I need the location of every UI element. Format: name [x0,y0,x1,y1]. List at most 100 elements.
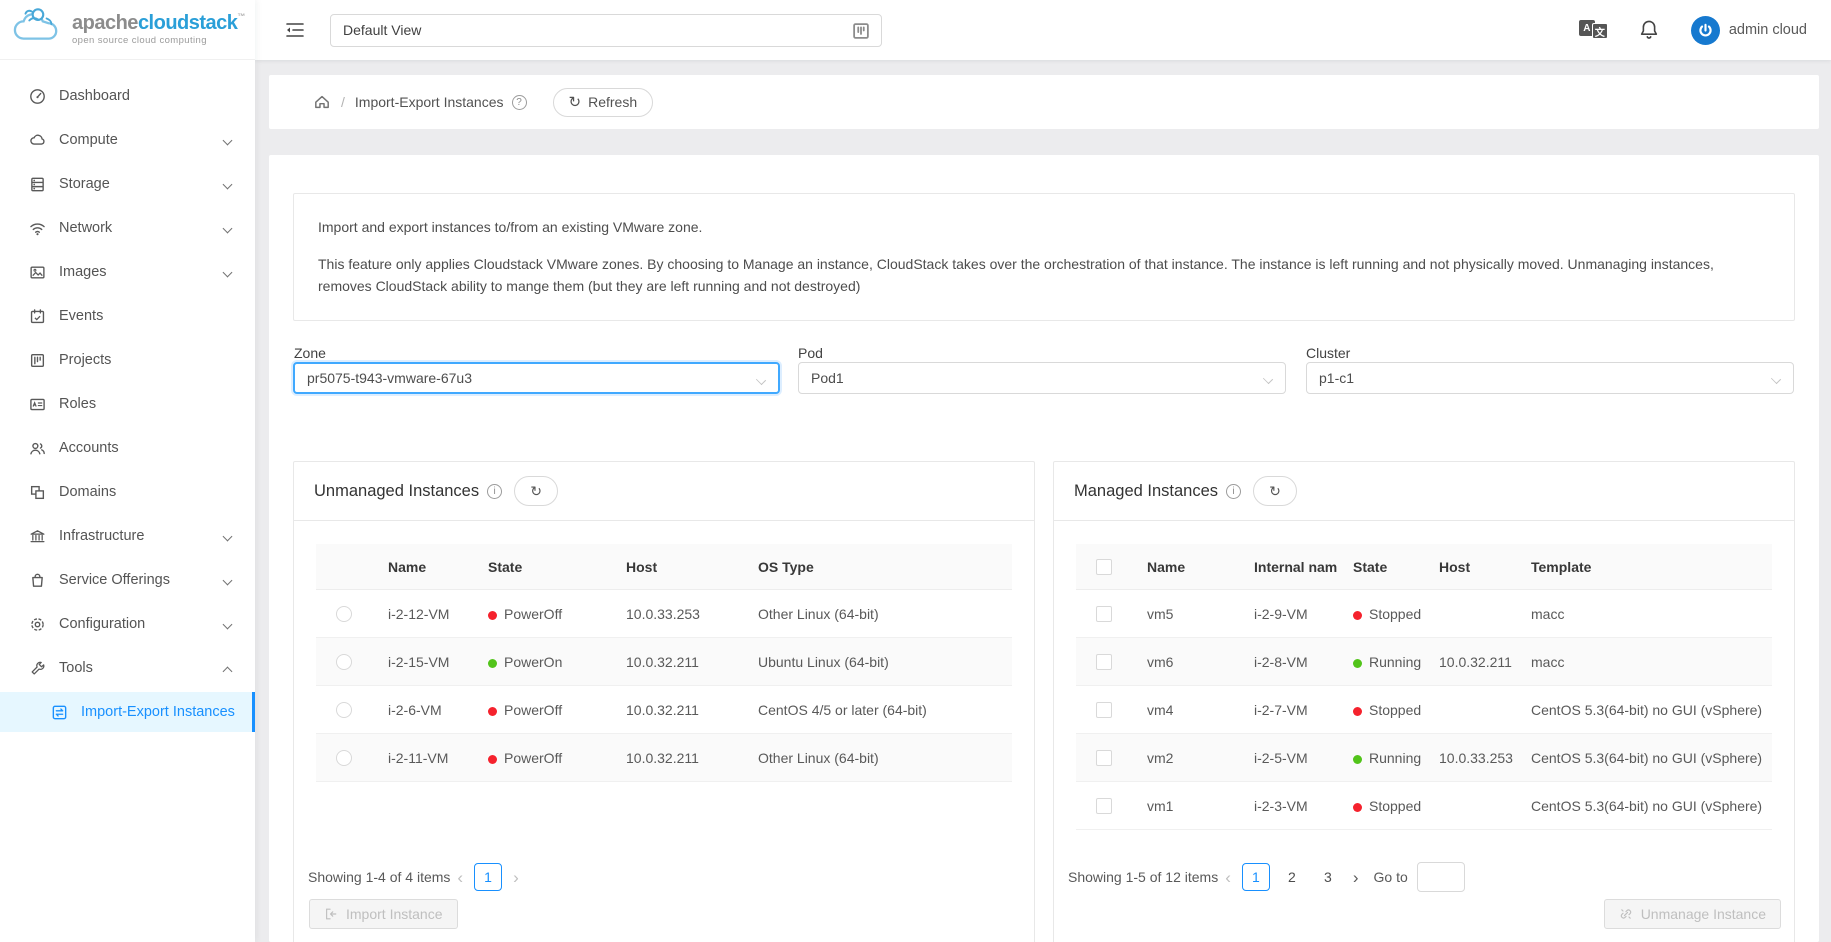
sidebar-item-domains[interactable]: Domains [0,472,255,512]
default-view-select[interactable]: Default View [330,14,882,47]
sidebar-item-accounts[interactable]: Accounts [0,428,255,468]
help-icon[interactable]: ? [512,95,527,110]
user-avatar[interactable] [1691,16,1720,45]
table-row[interactable]: vm4 i-2-7-VM Stopped CentOS 5.3(64-bit) … [1076,686,1772,734]
page-3-button[interactable]: 3 [1314,863,1342,891]
cluster-select[interactable]: p1-c1 [1306,362,1794,394]
next-page-icon[interactable]: › [1353,869,1359,886]
sidebar-item-images[interactable]: Images [0,252,255,292]
menu-fold-icon[interactable] [285,21,305,39]
state-dot [1353,611,1362,620]
row-checkbox[interactable] [1096,606,1112,622]
sidebar-item-configuration[interactable]: Configuration [0,604,255,644]
managed-refresh-button[interactable]: ↻ [1253,476,1297,506]
table-row[interactable]: i-2-11-VM PowerOff 10.0.32.211 Other Lin… [316,734,1012,782]
dashboard-icon [29,88,46,105]
cloudmonkey-logo [8,6,66,54]
managed-showing-text: Showing 1-5 of 12 items [1068,869,1218,885]
sidebar-item-tools[interactable]: Tools [0,648,255,688]
wrench-icon [29,660,46,677]
row-radio[interactable] [336,654,352,670]
sidebar-item-network[interactable]: Network [0,208,255,248]
import-instance-button[interactable]: Import Instance [309,899,458,929]
row-checkbox[interactable] [1096,798,1112,814]
chevron-down-icon [1771,374,1781,384]
goto-label: Go to [1374,869,1408,885]
reload-icon: ↻ [569,95,582,110]
picture-icon [29,264,46,281]
pod-select[interactable]: Pod1 [798,362,1286,394]
description-line-1: Import and export instances to/from an e… [318,216,1770,238]
sidebar: apachecloudstack™ open source cloud comp… [0,0,255,942]
wifi-icon [29,220,46,237]
user-name[interactable]: admin cloud [1729,22,1807,38]
managed-instances-panel: Managed Instances i ↻ Name Internal name… [1053,461,1795,942]
row-radio[interactable] [336,702,352,718]
chevron-down-icon [223,136,233,146]
brand-logo-area: apachecloudstack™ open source cloud comp… [0,0,255,60]
import-export-panel: Import and export instances to/from an e… [269,155,1819,942]
page-1-button[interactable]: 1 [474,863,502,891]
table-row[interactable]: i-2-6-VM PowerOff 10.0.32.211 CentOS 4/5… [316,686,1012,734]
unmanaged-showing-text: Showing 1-4 of 4 items [308,869,450,885]
sidebar-item-infrastructure[interactable]: Infrastructure [0,516,255,556]
page-1-button[interactable]: 1 [1242,863,1270,891]
sidebar-item-roles[interactable]: Roles [0,384,255,424]
select-all-checkbox[interactable] [1096,559,1112,575]
chevron-down-icon [223,180,233,190]
table-row[interactable]: vm1 i-2-3-VM Stopped CentOS 5.3(64-bit) … [1076,782,1772,830]
project-icon [29,352,46,369]
table-row[interactable]: i-2-15-VM PowerOn 10.0.32.211 Ubuntu Lin… [316,638,1012,686]
prev-page-icon[interactable]: ‹ [1225,869,1231,886]
sidebar-item-projects[interactable]: Projects [0,340,255,380]
managed-table: Name Internal name State Host Template v… [1076,544,1772,830]
unmanage-instance-button[interactable]: Unmanage Instance [1604,899,1781,929]
chevron-up-icon [223,667,233,677]
table-row[interactable]: vm6 i-2-8-VM Running 10.0.32.211 macc [1076,638,1772,686]
sidebar-item-compute[interactable]: Compute [0,120,255,160]
idcard-icon [29,396,46,413]
info-icon: i [1226,484,1241,499]
page-2-button[interactable]: 2 [1278,863,1306,891]
translate-icon[interactable]: A 文 [1579,19,1609,41]
prev-page-icon[interactable]: ‹ [457,869,463,886]
feature-description: Import and export instances to/from an e… [293,193,1795,321]
table-row[interactable]: vm2 i-2-5-VM Running 10.0.33.253 CentOS … [1076,734,1772,782]
row-checkbox[interactable] [1096,702,1112,718]
sidebar-menu: Dashboard Compute Storage Network Images… [0,60,255,732]
bell-icon[interactable] [1639,19,1659,41]
zone-label: Zone [294,345,326,361]
unmanaged-table-header: Name State Host OS Type [316,544,1012,590]
topbar: Default View A 文 admin cloud [255,0,1831,60]
state-dot [1353,707,1362,716]
sidebar-item-import-export-instances[interactable]: Import-Export Instances [0,692,255,732]
calendar-icon [29,308,46,325]
home-icon[interactable] [313,93,331,111]
cluster-label: Cluster [1306,345,1350,361]
chevron-down-icon [223,224,233,234]
table-row[interactable]: vm5 i-2-9-VM Stopped macc [1076,590,1772,638]
row-radio[interactable] [336,750,352,766]
next-page-icon[interactable]: › [513,869,519,886]
sidebar-item-events[interactable]: Events [0,296,255,336]
info-icon: i [487,484,502,499]
row-checkbox[interactable] [1096,654,1112,670]
swap-icon [51,704,68,721]
row-radio[interactable] [336,606,352,622]
chevron-down-icon [223,532,233,542]
sidebar-item-dashboard[interactable]: Dashboard [0,76,255,116]
row-checkbox[interactable] [1096,750,1112,766]
sidebar-item-service-offerings[interactable]: Service Offerings [0,560,255,600]
state-dot [1353,803,1362,812]
project-view-icon [850,20,872,42]
refresh-button[interactable]: ↻ Refresh [553,88,654,117]
state-dot [488,755,497,764]
table-row[interactable]: i-2-12-VM PowerOff 10.0.33.253 Other Lin… [316,590,1012,638]
goto-page-input[interactable] [1417,862,1465,892]
sidebar-item-storage[interactable]: Storage [0,164,255,204]
chevron-down-icon [223,620,233,630]
brand-wordmark: apachecloudstack™ [72,13,245,33]
unmanaged-refresh-button[interactable]: ↻ [514,476,558,506]
breadcrumb-separator: / [341,94,345,110]
zone-select[interactable]: pr5075-t943-vmware-67u3 [293,362,780,394]
